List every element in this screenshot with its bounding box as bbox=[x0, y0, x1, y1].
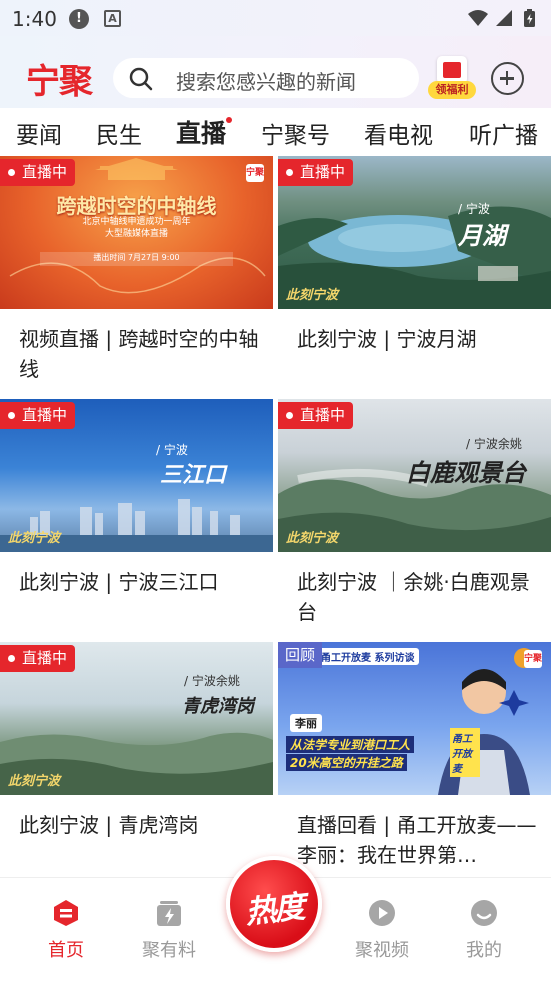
brand-mark: 此刻宁波 bbox=[286, 288, 339, 303]
channel-tabs: 要闻 民生 直播 宁聚号 看电视 听广播 bbox=[0, 108, 551, 156]
card-title: 此刻宁波 | 宁波月湖 bbox=[297, 327, 477, 351]
tab-zhibo[interactable]: 直播 bbox=[176, 114, 226, 150]
live-card[interactable]: / 宁波 三江口 此刻宁波 直播中 此刻宁波 | 宁波三江口 bbox=[0, 399, 273, 641]
search-placeholder: 搜索您感兴趣的新闻 bbox=[176, 70, 356, 94]
signal-icon bbox=[496, 10, 512, 26]
home-icon bbox=[54, 900, 78, 926]
replay-badge: 回顾 bbox=[278, 642, 323, 668]
alert-icon: ! bbox=[69, 9, 89, 29]
status-bar: 1:40 ! A bbox=[0, 0, 551, 36]
thumbnail-side-label: 甬工开放麦 bbox=[450, 728, 480, 777]
brand-mark: 此刻宁波 bbox=[8, 774, 61, 789]
gift-icon bbox=[437, 56, 467, 84]
wifi-icon bbox=[468, 10, 488, 26]
battery-icon bbox=[524, 9, 535, 27]
corner-logo: 宁聚 bbox=[246, 164, 264, 182]
brand-mark: 此刻宁波 bbox=[8, 531, 61, 546]
app-logo[interactable]: 宁聚 bbox=[26, 54, 93, 103]
nav-juyouliao[interactable]: 聚有料 bbox=[129, 898, 209, 962]
nav-jushipin-label: 聚视频 bbox=[355, 940, 409, 961]
live-badge: 直播中 bbox=[278, 402, 354, 429]
search-icon bbox=[129, 67, 153, 91]
replay-card[interactable]: 甬工开放麦 系列访谈 李丽 从法学专业到港口工人 20米高空的开挂之路 甬工开放… bbox=[278, 642, 551, 884]
corner-logo: 宁聚 bbox=[524, 650, 542, 668]
thumbnail-time: 播出时间 7月27日 9:00 bbox=[93, 253, 180, 262]
new-dot-indicator bbox=[226, 117, 232, 123]
thumbnail-subtitle-2: 大型融媒体直播 bbox=[104, 229, 168, 239]
live-badge: 直播中 bbox=[0, 159, 76, 186]
add-button[interactable] bbox=[491, 62, 524, 95]
status-indicators bbox=[468, 9, 535, 27]
card-title: 直播回看 | 甬工开放麦——李丽：我在世界第… bbox=[297, 813, 537, 867]
card-title: 此刻宁波 | 青虎湾岗 bbox=[19, 813, 199, 837]
hot-trend-label: 热度 bbox=[243, 889, 306, 931]
app-notification-icon: A bbox=[104, 10, 121, 27]
nav-mine-label: 我的 bbox=[466, 940, 502, 961]
thumbnail-headline: 三江口 bbox=[160, 462, 227, 488]
live-card[interactable]: 跨越时空的中轴线 北京中轴线申遗成功一周年 大型融媒体直播 播出时间 7月27日… bbox=[0, 156, 273, 398]
app-header: 宁聚 搜索您感兴趣的新闻 领福利 bbox=[0, 36, 551, 108]
tab-ningjuhao[interactable]: 宁聚号 bbox=[261, 116, 330, 150]
welfare-button[interactable]: 领福利 bbox=[428, 54, 476, 100]
live-badge: 直播中 bbox=[0, 645, 76, 672]
search-bar[interactable]: 搜索您感兴趣的新闻 bbox=[113, 58, 419, 98]
profile-face-icon bbox=[471, 900, 497, 926]
card-title: 此刻宁波 | 宁波三江口 bbox=[19, 570, 219, 594]
thumbnail-person-name: 李丽 bbox=[290, 714, 322, 732]
video-play-icon bbox=[369, 900, 395, 926]
live-badge: 直播中 bbox=[0, 402, 76, 429]
thumbnail-headline: 青虎湾岗 bbox=[182, 696, 254, 717]
hot-trend-button[interactable]: 热度 bbox=[226, 856, 322, 952]
thumbnail-series-label: 甬工开放麦 系列访谈 bbox=[316, 648, 420, 665]
thumbnail-place: / 宁波余姚 bbox=[466, 437, 522, 451]
tab-minsheng[interactable]: 民生 bbox=[96, 116, 142, 150]
tab-tingguangbo[interactable]: 听广播 bbox=[469, 116, 538, 150]
thumbnail-line-2: 20米高空的开挂之路 bbox=[286, 754, 407, 771]
nav-home-label: 首页 bbox=[48, 940, 84, 961]
tab-yaowen[interactable]: 要闻 bbox=[16, 116, 62, 150]
card-title: 视频直播 | 跨越时空的中轴线 bbox=[19, 327, 259, 381]
thumbnail-place: / 宁波 bbox=[156, 443, 188, 457]
thumbnail-line-1: 从法学专业到港口工人 bbox=[286, 736, 415, 753]
nav-mine[interactable]: 我的 bbox=[444, 898, 524, 962]
live-badge: 直播中 bbox=[278, 159, 354, 186]
live-card[interactable]: / 宁波余姚 白鹿观景台 此刻宁波 直播中 此刻宁波 ｜余姚·白鹿观景台 bbox=[278, 399, 551, 641]
tab-kandianshi[interactable]: 看电视 bbox=[364, 116, 433, 150]
welfare-label: 领福利 bbox=[428, 81, 476, 99]
thumbnail-headline: 白鹿观景台 bbox=[406, 458, 526, 487]
nav-jushipin[interactable]: 聚视频 bbox=[342, 898, 422, 962]
nav-home[interactable]: 首页 bbox=[26, 898, 106, 962]
card-title: 此刻宁波 ｜余姚·白鹿观景台 bbox=[297, 570, 530, 624]
live-card[interactable]: / 宁波 月湖 此刻宁波 直播中 此刻宁波 | 宁波月湖 bbox=[278, 156, 551, 398]
flash-card-icon bbox=[157, 901, 181, 926]
thumbnail-headline: 月湖 bbox=[458, 221, 506, 250]
status-time: 1:40 bbox=[12, 7, 57, 31]
live-card[interactable]: / 宁波余姚 青虎湾岗 此刻宁波 直播中 此刻宁波 | 青虎湾岗 bbox=[0, 642, 273, 884]
thumbnail-place: / 宁波余姚 bbox=[184, 674, 240, 688]
brand-mark: 此刻宁波 bbox=[286, 531, 339, 546]
nav-juyouliao-label: 聚有料 bbox=[142, 940, 196, 961]
thumbnail-place: / 宁波 bbox=[458, 202, 490, 216]
